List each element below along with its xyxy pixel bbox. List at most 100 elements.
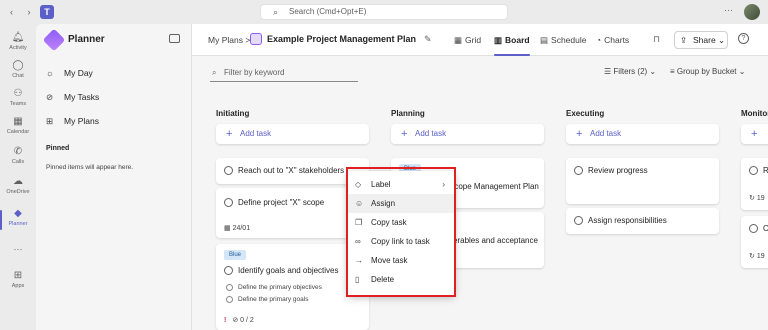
avatar[interactable]: [744, 4, 760, 20]
tab-board[interactable]: ▥ Board: [494, 35, 530, 56]
meta-count: 19: [756, 253, 765, 260]
filters-button[interactable]: ☰ Filters (2) ⌄: [604, 67, 656, 76]
more-options-icon[interactable]: ···: [724, 5, 733, 15]
task-card[interactable]: Re ↻ 19: [741, 158, 768, 210]
help-icon[interactable]: ?: [738, 33, 749, 44]
task-title: Co: [763, 224, 768, 233]
chart-icon: ◔: [596, 35, 602, 45]
rail-item-planner[interactable]: ◆ Planner: [0, 208, 36, 230]
complete-task-checkbox[interactable]: [224, 166, 233, 175]
filter-placeholder: Filter by keyword: [224, 68, 285, 77]
menu-label: Delete: [371, 275, 395, 284]
task-card[interactable]: Review progress: [566, 158, 719, 204]
task-title: Define project "X" scope: [238, 198, 325, 207]
lock-icon[interactable]: ⊓: [653, 34, 660, 45]
rail-label: Chat: [12, 73, 24, 79]
rail-item-chat[interactable]: ◯ Chat: [0, 60, 36, 79]
chat-icon: ◯: [12, 60, 24, 71]
task-card[interactable]: Assign responsibilities: [566, 208, 719, 234]
checklist-item: Define the primary objectives: [238, 284, 322, 291]
calendar-icon: ▤: [540, 35, 549, 45]
task-meta: ! ⊘ 0 / 2: [224, 316, 254, 324]
complete-task-checkbox[interactable]: [574, 216, 583, 225]
task-title: Identify goals and objectives: [238, 266, 339, 275]
complete-task-checkbox[interactable]: [224, 198, 233, 207]
menu-item-label[interactable]: ◇ Label ›: [347, 175, 455, 194]
groupby-label: Group by Bucket: [676, 67, 737, 76]
menu-item-assign[interactable]: ☺ Assign: [347, 194, 455, 213]
pin-icon[interactable]: ✎: [424, 34, 432, 45]
plan-header: My Plans > Example Project Management Pl…: [192, 24, 768, 56]
tab-label: Grid: [465, 35, 482, 45]
nav-label: My Plans: [64, 116, 99, 126]
share-button[interactable]: ⇪ Share ⌄: [674, 31, 728, 49]
complete-task-checkbox[interactable]: [224, 266, 233, 275]
bucket-title: Executing: [566, 109, 605, 118]
planner-logo-icon: [42, 28, 66, 52]
checklist-checkbox[interactable]: [226, 284, 233, 291]
calendar-icon: ▦: [13, 116, 23, 127]
add-task-button[interactable]: + Add task: [391, 124, 544, 144]
menu-item-delete[interactable]: ▯ Delete: [347, 270, 455, 289]
tab-label: Schedule: [551, 35, 587, 45]
grid-icon: ⊞: [46, 116, 54, 126]
filters-label: Filters (2): [613, 67, 648, 76]
collapse-panel-icon[interactable]: [169, 34, 180, 43]
nav-arrows[interactable]: ‹ ›: [10, 7, 37, 17]
add-task-button[interactable]: + Add task: [566, 124, 719, 144]
complete-task-checkbox[interactable]: [574, 166, 583, 175]
phone-icon: ✆: [13, 146, 23, 157]
filter-keyword-input[interactable]: ⌕ Filter by keyword: [210, 66, 358, 82]
search-placeholder: Search (Cmd+Opt+E): [289, 7, 367, 16]
breadcrumb[interactable]: My Plans >: [208, 35, 250, 45]
plus-icon: +: [401, 128, 408, 140]
tab-grid[interactable]: ▦ Grid: [454, 35, 481, 46]
menu-item-copy-task[interactable]: ❐ Copy task: [347, 213, 455, 232]
grid-icon: ▦: [454, 35, 463, 45]
rail-item-onedrive[interactable]: ☁︎ OneDrive: [0, 176, 36, 195]
list-icon: ≡: [670, 67, 675, 76]
nav-my-tasks[interactable]: ⊘ My Tasks: [46, 92, 99, 106]
rail-more[interactable]: ···: [0, 244, 36, 254]
task-card[interactable]: Co ↻ 19: [741, 216, 768, 268]
rail-item-activity[interactable]: 🔔︎ Activity: [0, 32, 36, 51]
group-by-button[interactable]: ≡ Group by Bucket ⌄: [670, 67, 745, 76]
plan-icon: [250, 33, 262, 45]
checklist-checkbox[interactable]: [226, 296, 233, 303]
rail-item-calls[interactable]: ✆ Calls: [0, 146, 36, 165]
share-icon: ⇪: [680, 35, 688, 45]
nav-my-plans[interactable]: ⊞ My Plans: [46, 116, 99, 130]
due-date-text: 24/01: [232, 225, 251, 232]
rail-item-apps[interactable]: ⊞ Apps: [0, 270, 36, 289]
app-rail: 🔔︎ Activity ◯ Chat ⚇ Teams ▦ Calendar ✆ Calls…: [0, 24, 36, 330]
add-task-button[interactable]: + Add task: [216, 124, 369, 144]
rail-item-calendar[interactable]: ▦ Calendar: [0, 116, 36, 135]
rail-item-teams[interactable]: ⚇ Teams: [0, 88, 36, 107]
meta-count: 19: [756, 195, 765, 202]
task-context-menu: ◇ Label › ☺ Assign ❐ Copy task ∞ Copy link t…: [347, 171, 455, 296]
menu-item-move-task[interactable]: → Move task: [347, 251, 455, 270]
complete-task-checkbox[interactable]: [749, 166, 758, 175]
board-icon: ▥: [494, 35, 503, 45]
tab-schedule[interactable]: ▤ Schedule: [540, 35, 586, 46]
app-title: Planner: [68, 34, 105, 45]
add-task-label: Add task: [415, 129, 447, 138]
trash-icon: ▯: [355, 275, 360, 284]
tab-charts[interactable]: ◔ Charts: [596, 35, 629, 45]
menu-label: Label: [371, 180, 391, 189]
rail-label: Calendar: [6, 129, 30, 135]
plan-title[interactable]: Example Project Management Plan: [267, 34, 416, 44]
rail-label: Calls: [11, 159, 25, 165]
add-task-button[interactable]: +: [741, 124, 768, 144]
complete-task-checkbox[interactable]: [749, 224, 758, 233]
apps-icon: ⊞: [13, 270, 23, 281]
due-date: ▦ 24/01: [224, 224, 250, 232]
pinned-heading: Pinned: [46, 145, 70, 152]
task-title: Scope Management Plan: [449, 182, 539, 191]
checklist-progress: 0 / 2: [240, 317, 254, 324]
menu-item-copy-link[interactable]: ∞ Copy link to task: [347, 232, 455, 251]
menu-label: Copy link to task: [371, 237, 430, 246]
nav-my-day[interactable]: ☼ My Day: [46, 68, 93, 82]
search-input[interactable]: ⌕ Search (Cmd+Opt+E): [260, 4, 508, 20]
share-label: Share: [693, 35, 716, 45]
